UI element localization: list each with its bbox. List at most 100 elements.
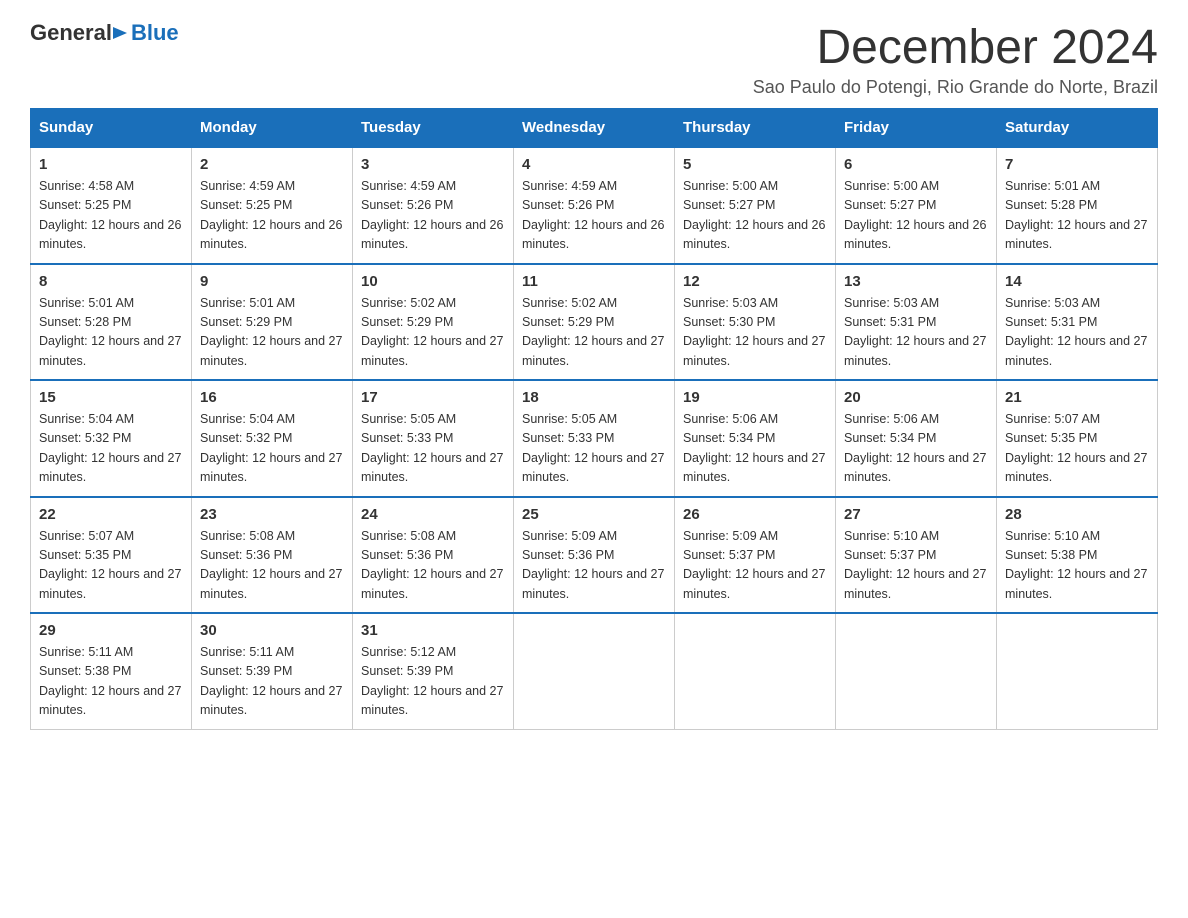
calendar-day-cell bbox=[997, 613, 1158, 729]
calendar-day-cell: 11 Sunrise: 5:02 AMSunset: 5:29 PMDaylig… bbox=[514, 264, 675, 381]
day-info: Sunrise: 5:07 AMSunset: 5:35 PMDaylight:… bbox=[1005, 410, 1149, 488]
calendar-day-cell: 10 Sunrise: 5:02 AMSunset: 5:29 PMDaylig… bbox=[353, 264, 514, 381]
calendar-day-cell: 1 Sunrise: 4:58 AMSunset: 5:25 PMDayligh… bbox=[31, 147, 192, 264]
calendar-day-cell: 27 Sunrise: 5:10 AMSunset: 5:37 PMDaylig… bbox=[836, 497, 997, 614]
day-info: Sunrise: 5:10 AMSunset: 5:38 PMDaylight:… bbox=[1005, 527, 1149, 605]
month-title: December 2024 bbox=[753, 20, 1158, 75]
day-number: 9 bbox=[200, 273, 344, 290]
calendar-day-cell: 25 Sunrise: 5:09 AMSunset: 5:36 PMDaylig… bbox=[514, 497, 675, 614]
day-info: Sunrise: 5:09 AMSunset: 5:36 PMDaylight:… bbox=[522, 527, 666, 605]
day-number: 18 bbox=[522, 389, 666, 406]
calendar-day-cell: 18 Sunrise: 5:05 AMSunset: 5:33 PMDaylig… bbox=[514, 380, 675, 497]
col-wednesday: Wednesday bbox=[514, 109, 675, 148]
calendar-week-row: 1 Sunrise: 4:58 AMSunset: 5:25 PMDayligh… bbox=[31, 147, 1158, 264]
location-subtitle: Sao Paulo do Potengi, Rio Grande do Nort… bbox=[753, 77, 1158, 98]
calendar-day-cell: 6 Sunrise: 5:00 AMSunset: 5:27 PMDayligh… bbox=[836, 147, 997, 264]
day-number: 22 bbox=[39, 506, 183, 523]
day-number: 21 bbox=[1005, 389, 1149, 406]
day-number: 30 bbox=[200, 622, 344, 639]
day-info: Sunrise: 5:07 AMSunset: 5:35 PMDaylight:… bbox=[39, 527, 183, 605]
day-info: Sunrise: 5:05 AMSunset: 5:33 PMDaylight:… bbox=[522, 410, 666, 488]
day-number: 3 bbox=[361, 156, 505, 173]
calendar-day-cell: 5 Sunrise: 5:00 AMSunset: 5:27 PMDayligh… bbox=[675, 147, 836, 264]
col-thursday: Thursday bbox=[675, 109, 836, 148]
calendar-day-cell: 24 Sunrise: 5:08 AMSunset: 5:36 PMDaylig… bbox=[353, 497, 514, 614]
day-info: Sunrise: 5:09 AMSunset: 5:37 PMDaylight:… bbox=[683, 527, 827, 605]
day-info: Sunrise: 5:11 AMSunset: 5:39 PMDaylight:… bbox=[200, 643, 344, 721]
day-info: Sunrise: 4:59 AMSunset: 5:25 PMDaylight:… bbox=[200, 177, 344, 255]
calendar-day-cell: 2 Sunrise: 4:59 AMSunset: 5:25 PMDayligh… bbox=[192, 147, 353, 264]
day-info: Sunrise: 5:00 AMSunset: 5:27 PMDaylight:… bbox=[844, 177, 988, 255]
calendar-day-cell: 4 Sunrise: 4:59 AMSunset: 5:26 PMDayligh… bbox=[514, 147, 675, 264]
col-monday: Monday bbox=[192, 109, 353, 148]
day-info: Sunrise: 5:02 AMSunset: 5:29 PMDaylight:… bbox=[522, 294, 666, 372]
day-info: Sunrise: 5:11 AMSunset: 5:38 PMDaylight:… bbox=[39, 643, 183, 721]
logo-blue-text: Blue bbox=[131, 22, 179, 44]
day-number: 16 bbox=[200, 389, 344, 406]
day-info: Sunrise: 5:03 AMSunset: 5:30 PMDaylight:… bbox=[683, 294, 827, 372]
day-number: 27 bbox=[844, 506, 988, 523]
day-number: 13 bbox=[844, 273, 988, 290]
calendar-body: 1 Sunrise: 4:58 AMSunset: 5:25 PMDayligh… bbox=[31, 147, 1158, 729]
calendar-day-cell: 7 Sunrise: 5:01 AMSunset: 5:28 PMDayligh… bbox=[997, 147, 1158, 264]
col-friday: Friday bbox=[836, 109, 997, 148]
day-info: Sunrise: 5:01 AMSunset: 5:28 PMDaylight:… bbox=[39, 294, 183, 372]
day-number: 10 bbox=[361, 273, 505, 290]
day-info: Sunrise: 5:04 AMSunset: 5:32 PMDaylight:… bbox=[39, 410, 183, 488]
day-number: 23 bbox=[200, 506, 344, 523]
title-block: December 2024 Sao Paulo do Potengi, Rio … bbox=[753, 20, 1158, 98]
day-number: 15 bbox=[39, 389, 183, 406]
day-info: Sunrise: 5:08 AMSunset: 5:36 PMDaylight:… bbox=[200, 527, 344, 605]
day-number: 28 bbox=[1005, 506, 1149, 523]
day-number: 26 bbox=[683, 506, 827, 523]
col-tuesday: Tuesday bbox=[353, 109, 514, 148]
calendar-week-row: 15 Sunrise: 5:04 AMSunset: 5:32 PMDaylig… bbox=[31, 380, 1158, 497]
day-info: Sunrise: 5:03 AMSunset: 5:31 PMDaylight:… bbox=[844, 294, 988, 372]
logo-arrow-icon bbox=[113, 25, 129, 41]
calendar-day-cell: 13 Sunrise: 5:03 AMSunset: 5:31 PMDaylig… bbox=[836, 264, 997, 381]
day-info: Sunrise: 4:58 AMSunset: 5:25 PMDaylight:… bbox=[39, 177, 183, 255]
day-info: Sunrise: 5:00 AMSunset: 5:27 PMDaylight:… bbox=[683, 177, 827, 255]
day-number: 7 bbox=[1005, 156, 1149, 173]
day-number: 19 bbox=[683, 389, 827, 406]
col-sunday: Sunday bbox=[31, 109, 192, 148]
day-info: Sunrise: 5:02 AMSunset: 5:29 PMDaylight:… bbox=[361, 294, 505, 372]
calendar-day-cell: 28 Sunrise: 5:10 AMSunset: 5:38 PMDaylig… bbox=[997, 497, 1158, 614]
calendar-day-cell: 30 Sunrise: 5:11 AMSunset: 5:39 PMDaylig… bbox=[192, 613, 353, 729]
day-info: Sunrise: 4:59 AMSunset: 5:26 PMDaylight:… bbox=[522, 177, 666, 255]
day-number: 1 bbox=[39, 156, 183, 173]
day-number: 31 bbox=[361, 622, 505, 639]
calendar-week-row: 22 Sunrise: 5:07 AMSunset: 5:35 PMDaylig… bbox=[31, 497, 1158, 614]
calendar-day-cell: 26 Sunrise: 5:09 AMSunset: 5:37 PMDaylig… bbox=[675, 497, 836, 614]
day-number: 4 bbox=[522, 156, 666, 173]
day-number: 12 bbox=[683, 273, 827, 290]
logo-general-text: General bbox=[30, 20, 112, 46]
day-number: 17 bbox=[361, 389, 505, 406]
calendar-week-row: 29 Sunrise: 5:11 AMSunset: 5:38 PMDaylig… bbox=[31, 613, 1158, 729]
day-number: 8 bbox=[39, 273, 183, 290]
calendar-day-cell: 21 Sunrise: 5:07 AMSunset: 5:35 PMDaylig… bbox=[997, 380, 1158, 497]
day-number: 20 bbox=[844, 389, 988, 406]
day-info: Sunrise: 5:08 AMSunset: 5:36 PMDaylight:… bbox=[361, 527, 505, 605]
col-saturday: Saturday bbox=[997, 109, 1158, 148]
header-row: Sunday Monday Tuesday Wednesday Thursday… bbox=[31, 109, 1158, 148]
calendar-day-cell: 23 Sunrise: 5:08 AMSunset: 5:36 PMDaylig… bbox=[192, 497, 353, 614]
day-info: Sunrise: 4:59 AMSunset: 5:26 PMDaylight:… bbox=[361, 177, 505, 255]
day-info: Sunrise: 5:03 AMSunset: 5:31 PMDaylight:… bbox=[1005, 294, 1149, 372]
page-header: General Blue December 2024 Sao Paulo do … bbox=[30, 20, 1158, 98]
day-info: Sunrise: 5:01 AMSunset: 5:29 PMDaylight:… bbox=[200, 294, 344, 372]
day-info: Sunrise: 5:06 AMSunset: 5:34 PMDaylight:… bbox=[844, 410, 988, 488]
day-info: Sunrise: 5:10 AMSunset: 5:37 PMDaylight:… bbox=[844, 527, 988, 605]
calendar-day-cell: 8 Sunrise: 5:01 AMSunset: 5:28 PMDayligh… bbox=[31, 264, 192, 381]
calendar-day-cell: 29 Sunrise: 5:11 AMSunset: 5:38 PMDaylig… bbox=[31, 613, 192, 729]
day-number: 6 bbox=[844, 156, 988, 173]
day-number: 29 bbox=[39, 622, 183, 639]
day-number: 14 bbox=[1005, 273, 1149, 290]
calendar-week-row: 8 Sunrise: 5:01 AMSunset: 5:28 PMDayligh… bbox=[31, 264, 1158, 381]
calendar-day-cell: 12 Sunrise: 5:03 AMSunset: 5:30 PMDaylig… bbox=[675, 264, 836, 381]
calendar-day-cell: 19 Sunrise: 5:06 AMSunset: 5:34 PMDaylig… bbox=[675, 380, 836, 497]
day-info: Sunrise: 5:12 AMSunset: 5:39 PMDaylight:… bbox=[361, 643, 505, 721]
calendar-day-cell: 14 Sunrise: 5:03 AMSunset: 5:31 PMDaylig… bbox=[997, 264, 1158, 381]
calendar-day-cell: 20 Sunrise: 5:06 AMSunset: 5:34 PMDaylig… bbox=[836, 380, 997, 497]
calendar-day-cell: 15 Sunrise: 5:04 AMSunset: 5:32 PMDaylig… bbox=[31, 380, 192, 497]
